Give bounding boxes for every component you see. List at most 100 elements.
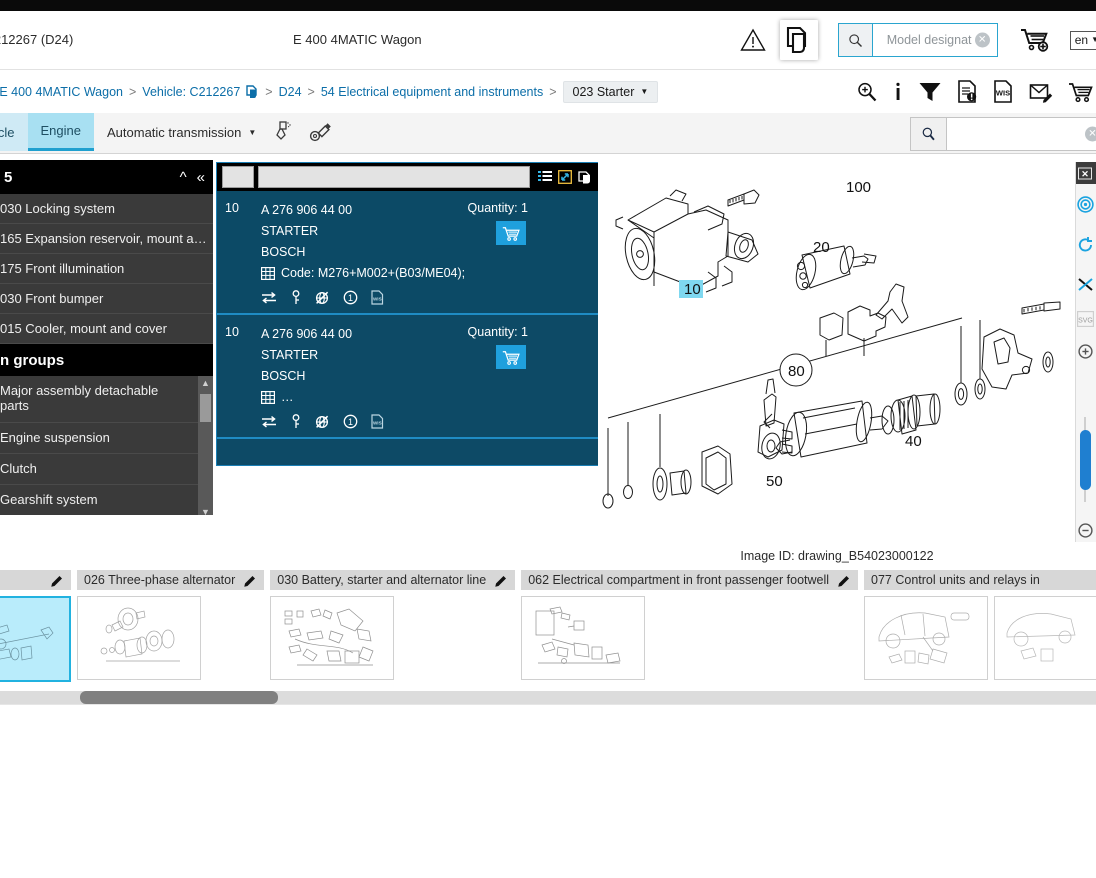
thumbnail-item[interactable] <box>77 596 201 680</box>
breadcrumb-item-model[interactable]: E 400 4MATIC Wagon <box>0 85 129 99</box>
parts-search-box[interactable]: ✕ <box>910 117 1096 151</box>
number-one-circle-icon[interactable]: 1 <box>343 414 358 429</box>
zoom-in-icon[interactable] <box>856 81 878 103</box>
edit-pencil-icon[interactable] <box>244 574 257 587</box>
thumbnail-item[interactable] <box>270 596 395 680</box>
breadcrumb-item-d24[interactable]: D24 <box>273 85 308 99</box>
thumbnail-label[interactable]: 026 Three-phase alternator <box>77 570 265 590</box>
parts-filter-input[interactable] <box>258 166 530 188</box>
wis-document-icon[interactable]: WIS <box>993 80 1014 103</box>
mail-edit-icon[interactable] <box>1029 81 1053 103</box>
clear-icon[interactable]: ✕ <box>1085 126 1096 142</box>
warning-triangle-icon[interactable] <box>736 23 770 57</box>
edit-pencil-icon[interactable] <box>51 574 64 587</box>
search-icon[interactable] <box>838 24 873 56</box>
key-icon[interactable] <box>290 290 302 305</box>
sidebar-item-expansion-reservoir[interactable]: 165 Expansion reservoir, mount a… <box>0 224 213 254</box>
exchange-arrows-icon[interactable] <box>261 291 277 304</box>
parts-search-input[interactable]: ✕ <box>947 118 1096 150</box>
clear-icon[interactable]: ✕ <box>974 32 990 48</box>
copy-documents-icon[interactable] <box>779 20 818 60</box>
list-view-icon[interactable] <box>538 170 552 184</box>
cart-add-icon[interactable] <box>1014 20 1058 60</box>
model-search-box[interactable]: Model designat ✕ <box>837 23 998 57</box>
technical-drawing-viewer[interactable]: 100 20 10 80 40 50 <box>598 162 1076 542</box>
thumbnail-item[interactable] <box>521 596 646 680</box>
scroll-up-icon[interactable]: ▲ <box>198 376 213 390</box>
breadcrumb-current-dropdown[interactable]: 023 Starter ▼ <box>562 80 659 103</box>
thumbnail-item[interactable] <box>864 596 989 680</box>
chevron-up-icon[interactable]: ^ <box>180 169 187 186</box>
wis-document-icon[interactable]: WIS <box>371 290 384 305</box>
scrollbar-thumb[interactable] <box>200 394 211 422</box>
language-selector[interactable]: en ▼ <box>1069 30 1096 50</box>
table-grid-icon[interactable] <box>261 391 275 404</box>
sidebar-item-clutch[interactable]: Clutch <box>0 454 213 485</box>
sidebar-item-front-illumination[interactable]: 175 Front illumination <box>0 254 213 284</box>
tab-automatic-transmission[interactable]: Automatic transmission ▼ <box>94 113 269 151</box>
scroll-down-icon[interactable]: ▼ <box>198 505 213 515</box>
callout-50: 50 <box>766 473 783 490</box>
svg-text:✕: ✕ <box>1081 169 1089 179</box>
sidebar-item-engine-suspension[interactable]: Engine suspension <box>0 423 213 454</box>
target-focus-icon[interactable] <box>1076 184 1096 224</box>
zoom-out-icon[interactable] <box>1076 510 1094 550</box>
add-to-cart-button[interactable] <box>496 345 526 369</box>
thumbnail-item[interactable] <box>0 596 71 682</box>
tab-engine[interactable]: Engine <box>27 113 94 151</box>
table-row[interactable]: 10 A 276 906 44 00 STARTER BOSCH Code: M… <box>217 191 598 315</box>
copy-window-icon[interactable] <box>578 170 593 185</box>
svg-toggle-icon[interactable]: SVG <box>1076 304 1096 334</box>
app-header: e: C212267 (D24) E 400 4MATIC Wagon Mode… <box>0 11 1096 70</box>
thumbnail-label[interactable]: 030 Battery, starter and alternator line <box>270 570 516 590</box>
thumbnail-item[interactable] <box>994 596 1096 680</box>
document-alert-icon[interactable] <box>957 80 978 103</box>
language-label: en <box>1074 32 1089 47</box>
search-icon[interactable] <box>911 118 947 150</box>
globe-strike-icon[interactable] <box>315 414 330 429</box>
info-icon[interactable] <box>893 81 903 103</box>
sidebar-item-major-assembly[interactable]: Major assembly detachable parts <box>0 376 213 423</box>
zoom-in-icon[interactable] <box>1076 334 1096 368</box>
thumbnail-label[interactable]: tarter <box>0 570 71 590</box>
thumbnail-label[interactable]: 062 Electrical compartment in front pass… <box>521 570 859 590</box>
breadcrumb-item-vehicle[interactable]: Vehicle: C212267 <box>136 85 246 99</box>
close-x-icon[interactable] <box>1076 264 1096 304</box>
table-grid-icon[interactable] <box>261 267 275 280</box>
sidebar-item-locking-system[interactable]: 030 Locking system <box>0 194 213 224</box>
cart-icon[interactable] <box>1068 81 1094 103</box>
model-search-input[interactable]: Model designat ✕ <box>873 24 997 56</box>
globe-strike-icon[interactable] <box>315 290 330 305</box>
thumbnail-group-control-units: 077 Control units and relays in <box>864 570 1096 680</box>
exchange-arrows-icon[interactable] <box>261 415 277 428</box>
table-row[interactable]: 10 A 276 906 44 00 STARTER BOSCH … 1 WIS… <box>217 315 598 439</box>
sidebar-item-front-bumper[interactable]: 030 Front bumper <box>0 284 213 314</box>
wis-document-icon[interactable]: WIS <box>371 414 384 429</box>
sidebar-item-cooler-mount-cover[interactable]: 015 Cooler, mount and cover <box>0 314 213 344</box>
tool-wrench-icon[interactable] <box>303 113 339 151</box>
tab-vehicle[interactable]: icle <box>0 113 28 151</box>
edit-pencil-icon[interactable] <box>495 574 508 587</box>
double-chevron-left-icon[interactable]: « <box>197 169 205 186</box>
sidebar-item-label: 030 Front bumper <box>0 291 104 306</box>
expand-diagonal-icon[interactable] <box>558 170 572 184</box>
copy-icon[interactable] <box>246 84 265 99</box>
scrollbar-thumb[interactable] <box>80 691 278 704</box>
zoom-slider-handle[interactable] <box>1080 430 1091 490</box>
number-one-circle-icon[interactable]: 1 <box>343 290 358 305</box>
exploded-parts-diagram[interactable]: 100 20 10 80 40 50 <box>598 162 1076 542</box>
parts-filter-pos-input[interactable] <box>222 166 254 188</box>
sidebar-item-gearshift-system[interactable]: Gearshift system <box>0 485 213 515</box>
add-to-cart-button[interactable] <box>496 221 526 245</box>
key-icon[interactable] <box>290 414 302 429</box>
sidebar-scrollbar[interactable]: ▲ ▼ <box>198 376 213 515</box>
breadcrumb-item-group[interactable]: 54 Electrical equipment and instruments <box>315 85 549 99</box>
paint-spray-icon[interactable] <box>269 113 303 151</box>
thumbnail-label[interactable]: 077 Control units and relays in <box>864 570 1096 590</box>
rotate-left-icon[interactable] <box>1076 224 1096 264</box>
thumbnail-strip[interactable]: tarter <box>0 570 1096 690</box>
edit-pencil-icon[interactable] <box>838 574 851 587</box>
thumbnail-horizontal-scrollbar[interactable] <box>0 691 1096 704</box>
filter-icon[interactable] <box>918 81 942 103</box>
close-window-icon[interactable]: ✕ <box>1076 162 1096 184</box>
